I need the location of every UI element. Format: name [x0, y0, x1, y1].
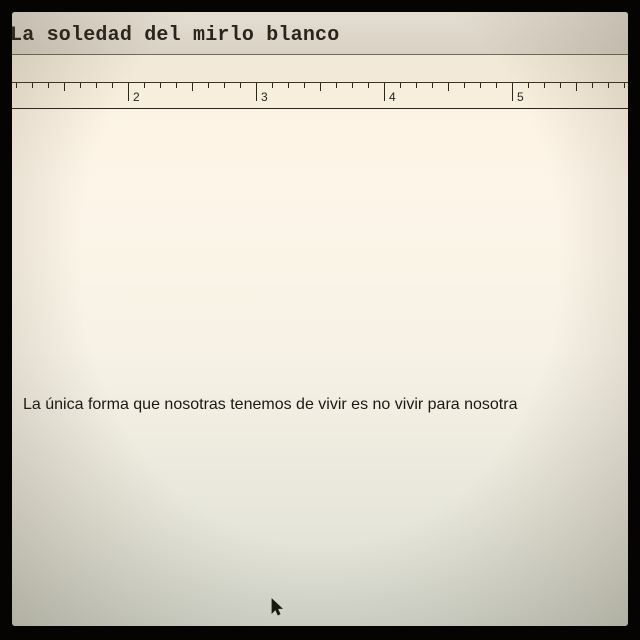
- ruler-label-5: 5: [517, 90, 524, 104]
- title-bar: La soledad del mirlo blanco: [12, 12, 628, 55]
- document-title: La soledad del mirlo blanco: [12, 24, 340, 47]
- ruler-label-3: 3: [261, 90, 268, 104]
- document-page[interactable]: [12, 109, 628, 626]
- ruler-label-4: 4: [389, 90, 396, 104]
- document-paragraph[interactable]: La única forma que nosotras tenemos de v…: [23, 396, 517, 414]
- ruler-label-2: 2: [133, 90, 140, 104]
- mouse-pointer-icon: [271, 598, 284, 616]
- photo-frame: La soledad del mirlo blanco 2 3 4 5 La ú…: [0, 0, 640, 640]
- ruler-ticks: [16, 83, 625, 101]
- toolbar-area: [12, 55, 628, 83]
- word-processor-window: La soledad del mirlo blanco 2 3 4 5 La ú…: [12, 12, 628, 626]
- horizontal-ruler[interactable]: 2 3 4 5: [12, 83, 628, 109]
